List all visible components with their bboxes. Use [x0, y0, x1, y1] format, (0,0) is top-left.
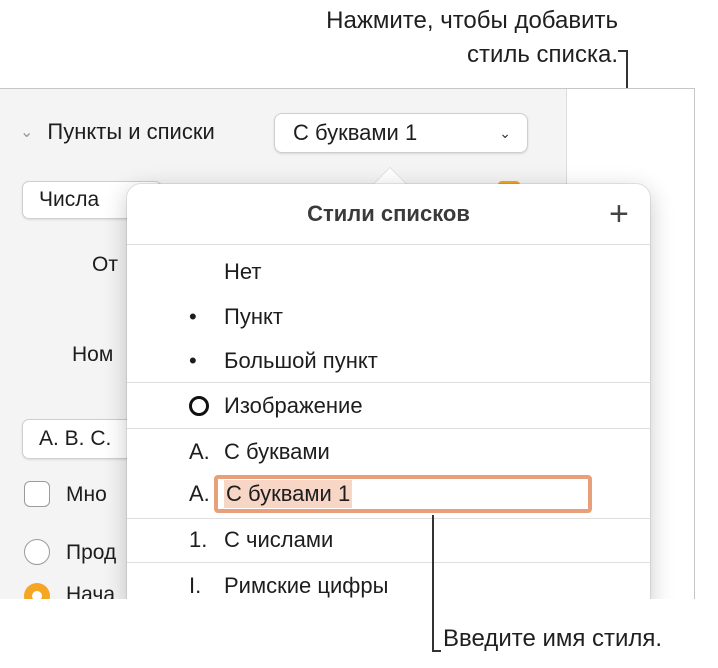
multilevel-label: Мно [66, 483, 107, 506]
chevron-down-icon: ⌄ [499, 124, 511, 141]
list-style-item[interactable]: • Большой пункт [127, 339, 650, 383]
enter-name-callout: Введите имя стиля. [443, 625, 663, 652]
continue-radio[interactable] [24, 539, 50, 565]
list-marker: I. [189, 573, 202, 598]
add-style-callout: Нажмите, чтобы добавить стиль списка. [326, 4, 618, 72]
style-name-field[interactable]: С буквами 1 [214, 475, 592, 513]
start-radio[interactable] [24, 583, 50, 599]
section-title: Пункты и списки [47, 119, 215, 144]
indent-label: От [92, 253, 118, 276]
number-format-label: A. B. C. [39, 427, 112, 450]
list-style-label: Пункт [224, 304, 283, 329]
list-style-item[interactable]: 1. С числами [127, 518, 650, 562]
list-styles-popover: Стили списков + Нет • Пункт • Большой пу… [127, 184, 650, 614]
list-style-item[interactable]: A. С буквами [127, 430, 650, 474]
list-style-item[interactable]: • Пункт [127, 295, 650, 339]
bullet-marker: • [189, 304, 197, 329]
list-style-label: Изображение [224, 393, 363, 418]
list-style-label: С буквами [224, 439, 330, 464]
divider [127, 382, 650, 383]
list-marker: 1. [189, 527, 208, 552]
add-style-callout-line1: Нажмите, чтобы добавить [326, 7, 618, 34]
chevron-down-icon[interactable]: ⌄ [20, 122, 33, 142]
divider [127, 428, 650, 429]
list-style-item[interactable]: Изображение [127, 384, 650, 428]
list-style-label: Нет [224, 259, 262, 284]
list-style-label: Большой пункт [224, 348, 378, 373]
number-label: Ном [72, 343, 114, 366]
popover-title: Стили списков [307, 201, 470, 226]
callout-leader [432, 515, 434, 651]
divider [127, 244, 650, 245]
add-style-callout-line2: стиль списка. [466, 41, 618, 68]
list-style-popup[interactable]: С буквами 1 ⌄ [274, 113, 528, 153]
continue-label: Прод [66, 541, 117, 564]
add-style-button[interactable]: + [609, 197, 629, 231]
numbers-popup-label: Числа [39, 188, 100, 211]
list-style-popup-value: С буквами 1 [293, 120, 418, 145]
list-style-item[interactable]: Нет [127, 250, 650, 294]
multilevel-checkbox[interactable] [24, 481, 50, 507]
bullets-lists-section[interactable]: ⌄ Пункты и списки [20, 119, 215, 145]
list-style-label: Римские цифры [224, 573, 389, 598]
callout-leader [432, 650, 441, 652]
list-marker: A. [189, 439, 210, 464]
list-style-label: С числами [224, 527, 334, 552]
start-label: Нача [66, 583, 116, 600]
bullet-marker: • [189, 348, 197, 373]
divider [127, 562, 650, 563]
selected-text: С буквами 1 [224, 480, 353, 508]
image-bullet-icon [189, 396, 209, 416]
